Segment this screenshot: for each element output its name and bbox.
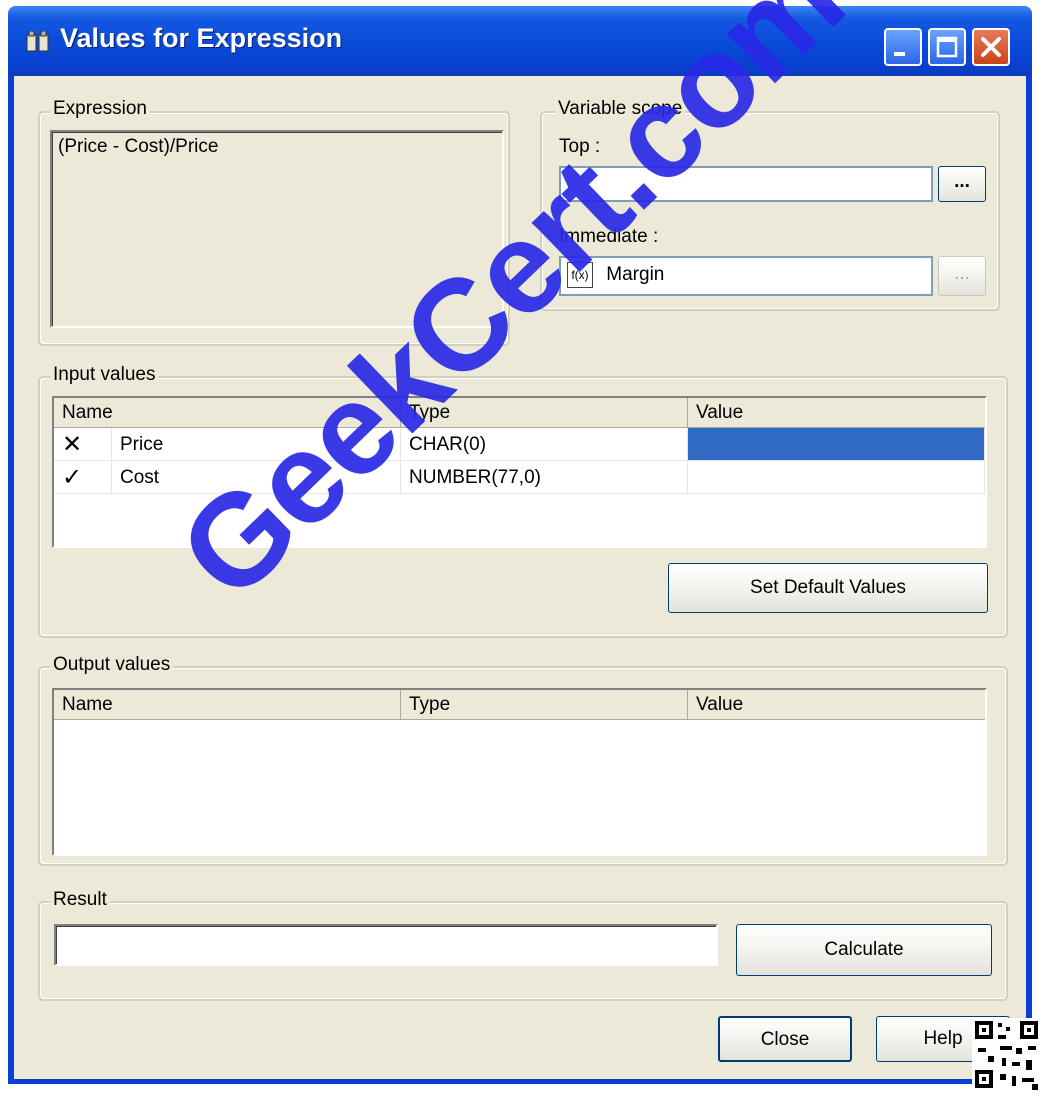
calculate-button[interactable]: Calculate bbox=[736, 924, 992, 976]
input-row-type: NUMBER(77,0) bbox=[401, 461, 688, 494]
check-mark-icon: ✓ bbox=[54, 461, 112, 494]
result-field bbox=[54, 924, 718, 966]
expression-text: (Price - Cost)/Price bbox=[58, 136, 219, 157]
window-title: Values for Expression bbox=[60, 23, 343, 53]
set-default-values-button[interactable]: Set Default Values bbox=[668, 563, 988, 613]
input-row-value-cell[interactable] bbox=[688, 428, 985, 461]
app-icon bbox=[26, 30, 50, 53]
qr-code-icon bbox=[972, 1018, 1043, 1093]
expression-group-label: Expression bbox=[50, 98, 150, 120]
input-row-value-cell[interactable] bbox=[688, 461, 985, 494]
top-browse-button[interactable]: ... bbox=[938, 166, 986, 202]
maximize-button[interactable] bbox=[928, 28, 966, 66]
input-col-value[interactable]: Value bbox=[688, 398, 985, 428]
output-col-type[interactable]: Type bbox=[401, 690, 688, 720]
title-bar[interactable]: Values for Expression bbox=[8, 6, 1032, 76]
output-values-list[interactable]: Name Type Value bbox=[52, 688, 987, 856]
x-mark-icon: ✕ bbox=[54, 428, 112, 461]
result-label: Result bbox=[50, 889, 110, 911]
immediate-browse-button: ... bbox=[938, 256, 986, 296]
input-values-label: Input values bbox=[50, 364, 159, 386]
close-button[interactable]: Close bbox=[718, 1016, 852, 1062]
output-col-name[interactable]: Name bbox=[54, 690, 401, 720]
close-window-button[interactable] bbox=[972, 28, 1010, 66]
output-col-value[interactable]: Value bbox=[688, 690, 985, 720]
output-values-label: Output values bbox=[50, 654, 174, 676]
minimize-button[interactable] bbox=[884, 28, 922, 66]
